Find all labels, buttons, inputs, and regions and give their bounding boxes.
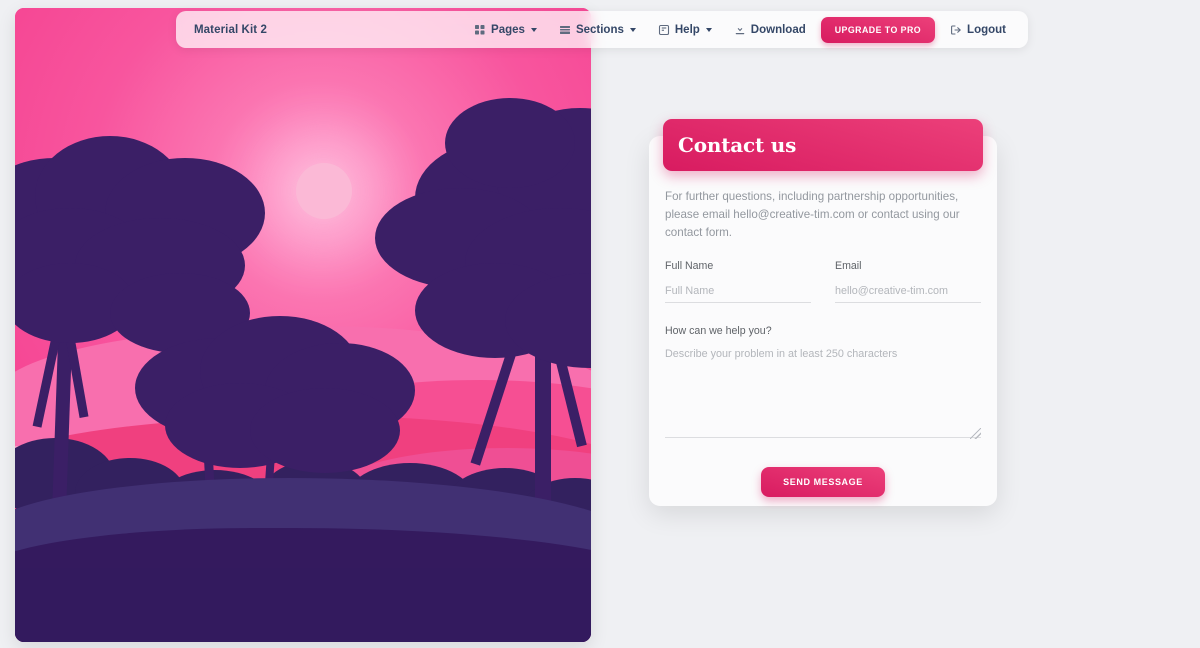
contact-card-header: Contact us — [663, 119, 983, 171]
message-textarea[interactable] — [665, 346, 981, 438]
nav-item-label: Sections — [575, 23, 624, 36]
nav-item-sections[interactable]: Sections — [548, 18, 647, 42]
navbar-brand[interactable]: Material Kit 2 — [176, 24, 267, 36]
layers-icon — [559, 24, 571, 36]
nav-item-label: Logout — [967, 23, 1006, 36]
email-field[interactable] — [835, 285, 981, 303]
chevron-down-icon — [629, 27, 636, 32]
full-name-label: Full Name — [665, 260, 714, 272]
chevron-down-icon — [530, 27, 537, 32]
nav-item-download[interactable]: Download — [723, 18, 817, 42]
full-name-input[interactable] — [665, 285, 811, 303]
page-title: Contact us — [678, 133, 797, 157]
sun-icon — [296, 163, 352, 219]
nav-item-pages[interactable]: Pages — [463, 18, 548, 42]
message-textarea-wrap — [665, 346, 981, 443]
name-email-row: Full Name Email — [665, 260, 981, 303]
logout-icon — [950, 24, 962, 36]
navbar: Material Kit 2 Pages Sections Help Downl… — [176, 11, 1028, 48]
message-field-group: How can we help you? — [665, 325, 981, 443]
email-field-group: Email — [835, 260, 981, 303]
ground-base — [15, 568, 591, 642]
tree-canopy — [250, 388, 400, 473]
nav-item-logout[interactable]: Logout — [939, 18, 1017, 42]
article-icon — [658, 24, 670, 36]
download-icon — [734, 24, 746, 36]
navbar-menu: Pages Sections Help Download UPGRADE TO … — [463, 16, 1028, 43]
contact-description: For further questions, including partner… — [665, 190, 960, 239]
submit-row: Send Message — [665, 467, 981, 497]
nav-item-help[interactable]: Help — [647, 18, 723, 42]
full-name-field-group: Full Name — [665, 260, 811, 303]
contact-card-body: For further questions, including partner… — [649, 136, 997, 497]
nav-item-label: Pages — [491, 23, 525, 36]
nav-item-label: Help — [674, 23, 700, 36]
illustration-canvas — [15, 8, 591, 642]
hero-illustration — [15, 8, 591, 642]
chevron-down-icon — [705, 27, 712, 32]
page-root: Material Kit 2 Pages Sections Help Downl… — [0, 0, 1200, 648]
grid-icon — [474, 24, 486, 36]
contact-card: Contact us For further questions, includ… — [649, 119, 997, 506]
message-label: How can we help you? — [665, 325, 772, 337]
email-label: Email — [835, 260, 862, 272]
send-message-button[interactable]: Send Message — [761, 467, 885, 497]
tree-canopy — [445, 98, 575, 188]
upgrade-to-pro-button[interactable]: Upgrade to pro — [820, 16, 936, 43]
nav-item-label: Download — [750, 23, 806, 36]
